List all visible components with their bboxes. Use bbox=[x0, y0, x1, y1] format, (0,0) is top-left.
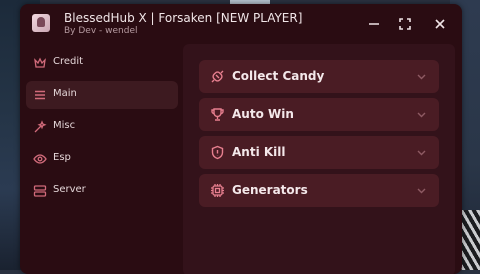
sidebar-item-server[interactable]: Server bbox=[26, 177, 178, 205]
chevron-down-icon bbox=[416, 185, 427, 196]
sidebar-item-misc[interactable]: Misc bbox=[26, 113, 178, 141]
maximize-icon bbox=[399, 18, 411, 30]
sidebar-item-label: Misc bbox=[53, 120, 76, 131]
section-label: Auto Win bbox=[232, 107, 294, 121]
section-anti-kill[interactable]: Anti Kill bbox=[199, 136, 439, 169]
sparkle-icon bbox=[33, 120, 47, 134]
close-icon bbox=[435, 19, 445, 29]
chevron-down-icon bbox=[416, 71, 427, 82]
candy-icon bbox=[210, 69, 225, 84]
chevron-down-icon bbox=[416, 147, 427, 158]
chip-icon bbox=[210, 183, 225, 198]
hub-window: BlessedHub X | Forsaken [NEW PLAYER] By … bbox=[20, 4, 462, 274]
sidebar-item-esp[interactable]: Esp bbox=[26, 145, 178, 173]
menu-icon bbox=[33, 88, 47, 102]
section-auto-win[interactable]: Auto Win bbox=[199, 98, 439, 131]
app-logo-avatar bbox=[32, 14, 50, 32]
trophy-icon bbox=[210, 107, 225, 122]
section-label: Anti Kill bbox=[232, 145, 286, 159]
crown-icon bbox=[33, 56, 47, 70]
main-panel: Collect Candy Auto Win Anti Kill Generat… bbox=[183, 44, 455, 274]
minimize-icon bbox=[369, 23, 379, 25]
chevron-down-icon bbox=[416, 109, 427, 120]
eye-icon bbox=[33, 152, 47, 166]
sidebar-item-label: Esp bbox=[53, 152, 71, 163]
sidebar: Credit Main Misc Esp Server bbox=[20, 46, 184, 274]
sidebar-item-credit[interactable]: Credit bbox=[26, 49, 178, 77]
section-label: Generators bbox=[232, 183, 308, 197]
minimize-button[interactable] bbox=[366, 16, 382, 32]
sidebar-item-main[interactable]: Main bbox=[26, 81, 178, 109]
section-collect-candy[interactable]: Collect Candy bbox=[199, 60, 439, 93]
window-title: BlessedHub X | Forsaken [NEW PLAYER] bbox=[64, 11, 303, 25]
close-button[interactable] bbox=[432, 16, 448, 32]
section-label: Collect Candy bbox=[232, 69, 325, 83]
server-icon bbox=[33, 184, 47, 198]
maximize-button[interactable] bbox=[397, 16, 413, 32]
sidebar-item-label: Credit bbox=[53, 56, 84, 67]
window-subtitle: By Dev - wendel bbox=[64, 26, 138, 36]
sidebar-item-label: Server bbox=[53, 184, 86, 195]
title-bar[interactable]: BlessedHub X | Forsaken [NEW PLAYER] By … bbox=[20, 4, 462, 46]
sidebar-item-label: Main bbox=[53, 88, 77, 99]
section-generators[interactable]: Generators bbox=[199, 174, 439, 207]
shield-icon bbox=[210, 145, 225, 160]
